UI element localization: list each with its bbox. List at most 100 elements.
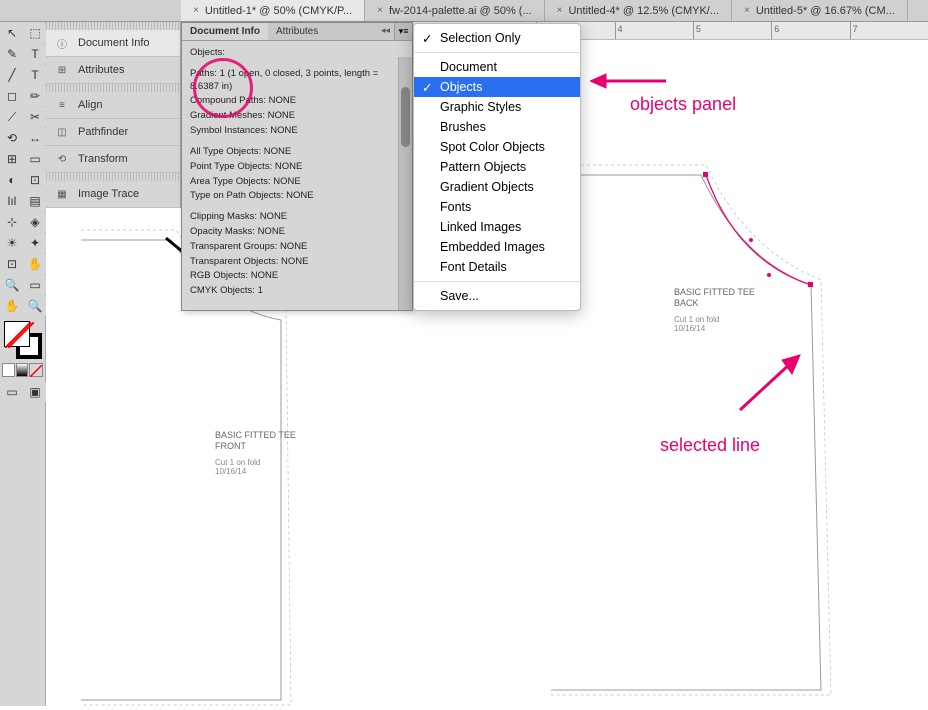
blend-tool[interactable]: ✦ [24, 233, 46, 253]
annotation-selected-line: selected line [660, 435, 760, 456]
sidebar-item-document-info[interactable]: ⓘ Document Info [46, 30, 180, 57]
attributes-icon: ⊞ [54, 63, 70, 77]
tab-close-icon[interactable]: × [193, 5, 199, 16]
panel-grip[interactable] [46, 22, 180, 30]
sidebar-item-pathfinder[interactable]: ◫ Pathfinder [46, 119, 180, 146]
perspective-tool[interactable]: ▤ [24, 191, 46, 211]
panel-collapse-icon[interactable]: ◂◂ [377, 23, 394, 40]
document-info-panel[interactable]: Document Info Attributes ◂◂ ▾≡ Objects: … [181, 22, 413, 311]
document-tabs: × Untitled-1* @ 50% (CMYK/P... × fw-2014… [0, 0, 928, 22]
pattern-back[interactable] [551, 120, 871, 700]
info-rgb: RGB Objects: NONE [190, 270, 404, 283]
sidebar-item-label: Attributes [78, 64, 124, 76]
direct-selection-tool[interactable]: ⬚ [24, 23, 46, 43]
symbol-tool[interactable]: ⊡ [1, 254, 23, 274]
panel-flyout-menu: Selection Only Document Objects Graphic … [413, 23, 581, 311]
info-trans-objects: Transparent Objects: NONE [190, 256, 404, 269]
ruler-tick: 7 [850, 22, 928, 39]
document-info-icon: ⓘ [54, 36, 70, 50]
panel-menu-icon[interactable]: ▾≡ [394, 23, 412, 40]
fill-swatch[interactable] [4, 321, 30, 347]
zoom-tool[interactable]: 🔍 [24, 296, 46, 316]
type-tool[interactable]: T [24, 65, 46, 85]
pencil-tool[interactable]: ✂ [24, 107, 46, 127]
selection-tool[interactable]: ↖ [1, 23, 23, 43]
tab-untitled4[interactable]: × Untitled-4* @ 12.5% (CMYK/... [545, 0, 732, 21]
artboard-tool[interactable]: 🔍 [1, 275, 23, 295]
info-gradient-meshes: Gradient Meshes: NONE [190, 110, 404, 123]
info-compound-paths: Compound Paths: NONE [190, 95, 404, 108]
screen-mode-normal[interactable]: ▭ [1, 382, 23, 402]
hand-tool[interactable]: ✋ [1, 296, 23, 316]
rectangle-tool[interactable]: ✏ [24, 86, 46, 106]
menu-font-details[interactable]: Font Details [414, 257, 580, 277]
menu-objects[interactable]: Objects [414, 77, 580, 97]
tab-untitled5[interactable]: × Untitled-5* @ 16.67% (CM... [732, 0, 908, 21]
paintbrush-tool[interactable]: ⟋ [1, 107, 23, 127]
scrollbar[interactable] [398, 57, 412, 310]
sidebar-item-transform[interactable]: ⟲ Transform [46, 146, 180, 173]
tab-attributes[interactable]: Attributes [268, 23, 326, 40]
slice-tool[interactable]: ▭ [24, 275, 46, 295]
pattern-label-back: BASIC FITTED TEE BACK Cut 1 on fold 10/1… [674, 287, 755, 334]
tab-document-info[interactable]: Document Info [182, 23, 268, 40]
lasso-tool[interactable]: T [24, 44, 46, 64]
menu-pattern[interactable]: Pattern Objects [414, 157, 580, 177]
panel-grip[interactable] [46, 84, 180, 92]
free-transform-tool[interactable]: ⊡ [24, 170, 46, 190]
menu-separator [414, 52, 580, 53]
tab-close-icon[interactable]: × [377, 5, 383, 16]
menu-save[interactable]: Save... [414, 286, 580, 306]
ruler-tick: 6 [771, 22, 849, 39]
scrollbar-thumb[interactable] [401, 87, 410, 147]
sidebar-item-label: Document Info [78, 37, 150, 49]
menu-document[interactable]: Document [414, 57, 580, 77]
gradient-tool[interactable]: ◈ [24, 212, 46, 232]
sidebar-item-label: Pathfinder [78, 126, 128, 138]
tab-close-icon[interactable]: × [744, 5, 750, 16]
pen-tool[interactable]: ╱ [1, 65, 23, 85]
menu-brushes[interactable]: Brushes [414, 117, 580, 137]
sidebar-item-align[interactable]: ≡ Align [46, 92, 180, 119]
sidebar-item-attributes[interactable]: ⊞ Attributes [46, 57, 180, 84]
eraser-tool[interactable]: ↔ [24, 128, 46, 148]
tab-label: Untitled-4* @ 12.5% (CMYK/... [568, 5, 719, 17]
info-area-type: Area Type Objects: NONE [190, 176, 404, 189]
sidebar-item-image-trace[interactable]: ▦ Image Trace [46, 181, 180, 208]
menu-linked-images[interactable]: Linked Images [414, 217, 580, 237]
scale-tool[interactable]: ▭ [24, 149, 46, 169]
color-mode-icon[interactable] [2, 363, 15, 377]
sidebar-item-label: Align [78, 99, 102, 111]
gradient-mode-icon[interactable] [16, 363, 29, 377]
mesh-tool[interactable]: ⊹ [1, 212, 23, 232]
menu-fonts[interactable]: Fonts [414, 197, 580, 217]
eyedropper-tool[interactable]: ☀ [1, 233, 23, 253]
blob-brush-tool[interactable]: ⟲ [1, 128, 23, 148]
info-cmyk: CMYK Objects: 1 [190, 285, 404, 298]
tab-label: Untitled-5* @ 16.67% (CM... [756, 5, 895, 17]
tab-close-icon[interactable]: × [557, 5, 563, 16]
menu-embedded-images[interactable]: Embedded Images [414, 237, 580, 257]
line-tool[interactable]: ◻ [1, 86, 23, 106]
screen-mode-full[interactable]: ▣ [24, 382, 46, 402]
menu-spot-color[interactable]: Spot Color Objects [414, 137, 580, 157]
width-tool[interactable]: ◐ [1, 170, 23, 190]
info-all-type: All Type Objects: NONE [190, 146, 404, 159]
menu-graphic-styles[interactable]: Graphic Styles [414, 97, 580, 117]
rotate-tool[interactable]: ⊞ [1, 149, 23, 169]
align-icon: ≡ [54, 98, 70, 112]
shape-builder-tool[interactable]: lıl [1, 191, 23, 211]
none-mode-icon[interactable] [29, 363, 43, 377]
ruler-tick: 4 [615, 22, 693, 39]
tools-panel: ↖ ⬚ ✎ T ╱ T ◻ ✏ ⟋ ✂ ⟲ ↔ ⊞ ▭ ◐ ⊡ lıl ▤ ⊹ … [0, 22, 46, 706]
tab-label: Untitled-1* @ 50% (CMYK/P... [205, 5, 352, 17]
tab-palette[interactable]: × fw-2014-palette.ai @ 50% (... [365, 0, 544, 21]
magic-wand-tool[interactable]: ✎ [1, 44, 23, 64]
column-graph-tool[interactable]: ✋ [24, 254, 46, 274]
menu-gradient[interactable]: Gradient Objects [414, 177, 580, 197]
panel-grip[interactable] [46, 173, 180, 181]
tab-untitled1[interactable]: × Untitled-1* @ 50% (CMYK/P... [181, 0, 365, 21]
menu-selection-only[interactable]: Selection Only [414, 28, 580, 48]
info-trans-groups: Transparent Groups: NONE [190, 241, 404, 254]
fill-stroke-swatch[interactable] [4, 321, 42, 359]
